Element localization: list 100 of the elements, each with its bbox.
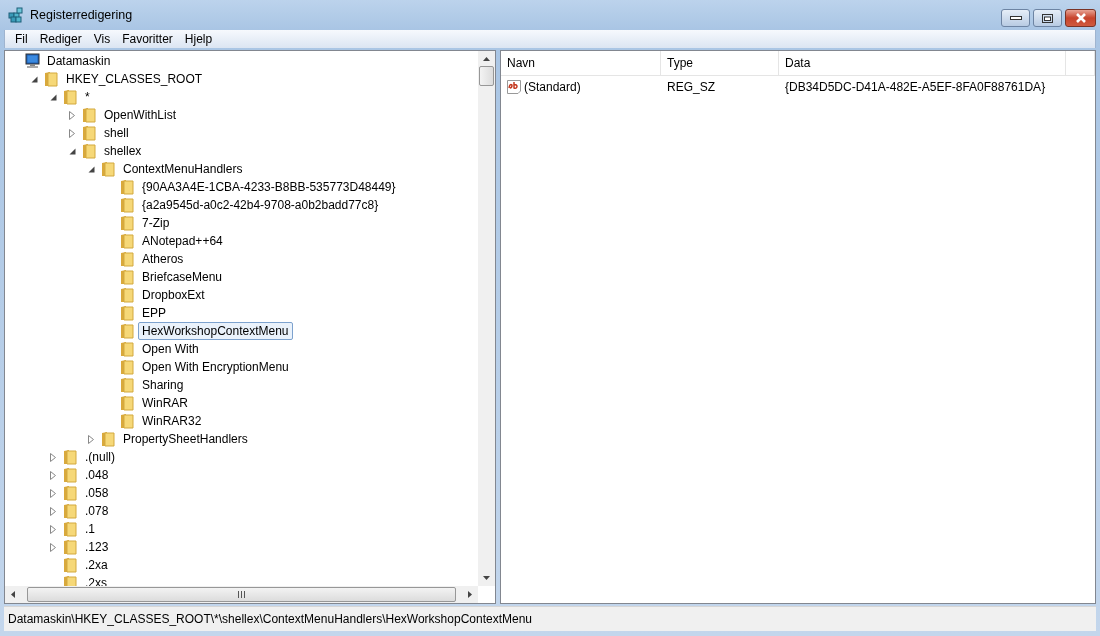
value-data: {DB34D5DC-D41A-482E-A5EF-8FA0F88761DA} bbox=[785, 80, 1046, 94]
tree-item[interactable]: shell bbox=[100, 124, 133, 142]
tree-item[interactable]: .078 bbox=[81, 502, 113, 520]
tree-item[interactable]: ANotepad++64 bbox=[138, 232, 227, 250]
folder-icon bbox=[62, 557, 78, 573]
column-header[interactable]: Data bbox=[779, 51, 1066, 75]
expand-arrow-icon[interactable] bbox=[50, 524, 56, 534]
menu-item[interactable]: Fil bbox=[9, 32, 34, 46]
folder-icon bbox=[81, 107, 97, 123]
value-type: REG_SZ bbox=[667, 80, 715, 94]
grip-icon bbox=[238, 591, 245, 598]
tree-item[interactable]: HKEY_CLASSES_ROOT bbox=[62, 70, 207, 88]
menu-item[interactable]: Vis bbox=[87, 32, 117, 46]
collapse-arrow-icon[interactable] bbox=[68, 147, 76, 155]
tree-item[interactable]: Sharing bbox=[138, 376, 188, 394]
folder-icon bbox=[119, 305, 135, 321]
collapse-arrow-icon[interactable] bbox=[87, 165, 95, 173]
expand-arrow-icon[interactable] bbox=[88, 434, 94, 444]
horizontal-scrollbar[interactable] bbox=[5, 586, 478, 603]
status-bar-path: Datamaskin\HKEY_CLASSES_ROOT\*\shellex\ContextMenuHandlers\HexWorkshopContextMenu bbox=[8, 612, 532, 626]
expand-arrow-icon[interactable] bbox=[50, 470, 56, 480]
folder-icon bbox=[119, 359, 135, 375]
tree-item[interactable]: EPP bbox=[138, 304, 170, 322]
folder-icon bbox=[62, 521, 78, 537]
column-header[interactable]: Navn bbox=[501, 51, 661, 75]
tree-item[interactable]: DropboxExt bbox=[138, 286, 209, 304]
folder-icon bbox=[119, 233, 135, 249]
tree-item[interactable]: WinRAR32 bbox=[138, 412, 206, 430]
menu-item[interactable]: Favoritter bbox=[116, 32, 179, 46]
folder-icon bbox=[100, 161, 116, 177]
collapse-arrow-icon[interactable] bbox=[49, 93, 57, 101]
collapse-arrow-icon[interactable] bbox=[30, 75, 38, 83]
tree-item[interactable]: OpenWithList bbox=[100, 106, 181, 124]
minimize-icon bbox=[1009, 15, 1022, 21]
column-header[interactable]: Type bbox=[661, 51, 779, 75]
tree-item[interactable]: .2xa bbox=[81, 556, 112, 574]
folder-icon bbox=[119, 269, 135, 285]
value-name: (Standard) bbox=[524, 80, 581, 94]
string-value-icon bbox=[506, 79, 522, 95]
maximize-button[interactable] bbox=[1033, 9, 1062, 27]
folder-icon bbox=[62, 467, 78, 483]
menu-item[interactable]: Rediger bbox=[33, 32, 88, 46]
folder-icon bbox=[119, 413, 135, 429]
folder-icon bbox=[81, 143, 97, 159]
folder-icon bbox=[119, 251, 135, 267]
folder-icon bbox=[62, 449, 78, 465]
scrollbar-thumb[interactable] bbox=[27, 587, 456, 602]
folder-icon bbox=[62, 485, 78, 501]
tree-item[interactable]: .048 bbox=[81, 466, 113, 484]
folder-icon bbox=[119, 323, 135, 339]
menu-item[interactable]: Hjelp bbox=[178, 32, 219, 46]
folder-icon bbox=[119, 341, 135, 357]
minimize-button[interactable] bbox=[1001, 9, 1030, 27]
scroll-down-icon[interactable] bbox=[483, 576, 490, 580]
tree-item[interactable]: .058 bbox=[81, 484, 113, 502]
tree-item[interactable]: Open With EncryptionMenu bbox=[138, 358, 293, 376]
folder-icon bbox=[100, 431, 116, 447]
scrollbar-thumb[interactable] bbox=[479, 66, 494, 86]
expand-arrow-icon[interactable] bbox=[50, 542, 56, 552]
scroll-left-icon[interactable] bbox=[11, 591, 15, 598]
tree-item[interactable]: PropertySheetHandlers bbox=[119, 430, 252, 448]
folder-icon bbox=[119, 377, 135, 393]
folder-icon bbox=[62, 89, 78, 105]
close-button[interactable] bbox=[1065, 9, 1096, 27]
folder-icon bbox=[119, 215, 135, 231]
scroll-right-icon[interactable] bbox=[468, 591, 472, 598]
tree-item[interactable]: Open With bbox=[138, 340, 203, 358]
folder-icon bbox=[119, 287, 135, 303]
expand-arrow-icon[interactable] bbox=[69, 110, 75, 120]
expand-arrow-icon[interactable] bbox=[69, 128, 75, 138]
expand-arrow-icon[interactable] bbox=[50, 506, 56, 516]
tree-item[interactable]: .(null) bbox=[81, 448, 119, 466]
folder-icon bbox=[81, 125, 97, 141]
tree-item[interactable]: .123 bbox=[81, 538, 113, 556]
registry-cubes-icon bbox=[8, 7, 24, 23]
tree-item[interactable]: * bbox=[81, 88, 94, 106]
folder-icon bbox=[119, 395, 135, 411]
tree-item[interactable]: HexWorkshopContextMenu bbox=[138, 322, 293, 340]
tree-item[interactable]: shellex bbox=[100, 142, 146, 160]
scroll-up-icon[interactable] bbox=[483, 57, 490, 61]
expand-arrow-icon[interactable] bbox=[50, 452, 56, 462]
folder-icon bbox=[119, 179, 135, 195]
folder-icon bbox=[62, 503, 78, 519]
vertical-scrollbar[interactable] bbox=[478, 51, 495, 586]
tree-item[interactable]: 7-Zip bbox=[138, 214, 174, 232]
folder-icon bbox=[119, 197, 135, 213]
tree-item[interactable]: Datamaskin bbox=[43, 52, 115, 70]
computer-icon bbox=[24, 53, 40, 69]
folder-icon bbox=[43, 71, 59, 87]
tree-item[interactable]: Atheros bbox=[138, 250, 188, 268]
tree-item[interactable]: WinRAR bbox=[138, 394, 192, 412]
maximize-icon bbox=[1042, 13, 1053, 23]
tree-item[interactable]: ContextMenuHandlers bbox=[119, 160, 247, 178]
window-title: Registerredigering bbox=[30, 8, 133, 22]
tree-item[interactable]: {a2a9545d-a0c2-42b4-9708-a0b2badd77c8} bbox=[138, 196, 383, 214]
tree-item[interactable]: .1 bbox=[81, 520, 99, 538]
close-icon bbox=[1074, 13, 1087, 23]
tree-item[interactable]: {90AA3A4E-1CBA-4233-B8BB-535773D48449} bbox=[138, 178, 400, 196]
tree-item[interactable]: BriefcaseMenu bbox=[138, 268, 227, 286]
expand-arrow-icon[interactable] bbox=[50, 488, 56, 498]
